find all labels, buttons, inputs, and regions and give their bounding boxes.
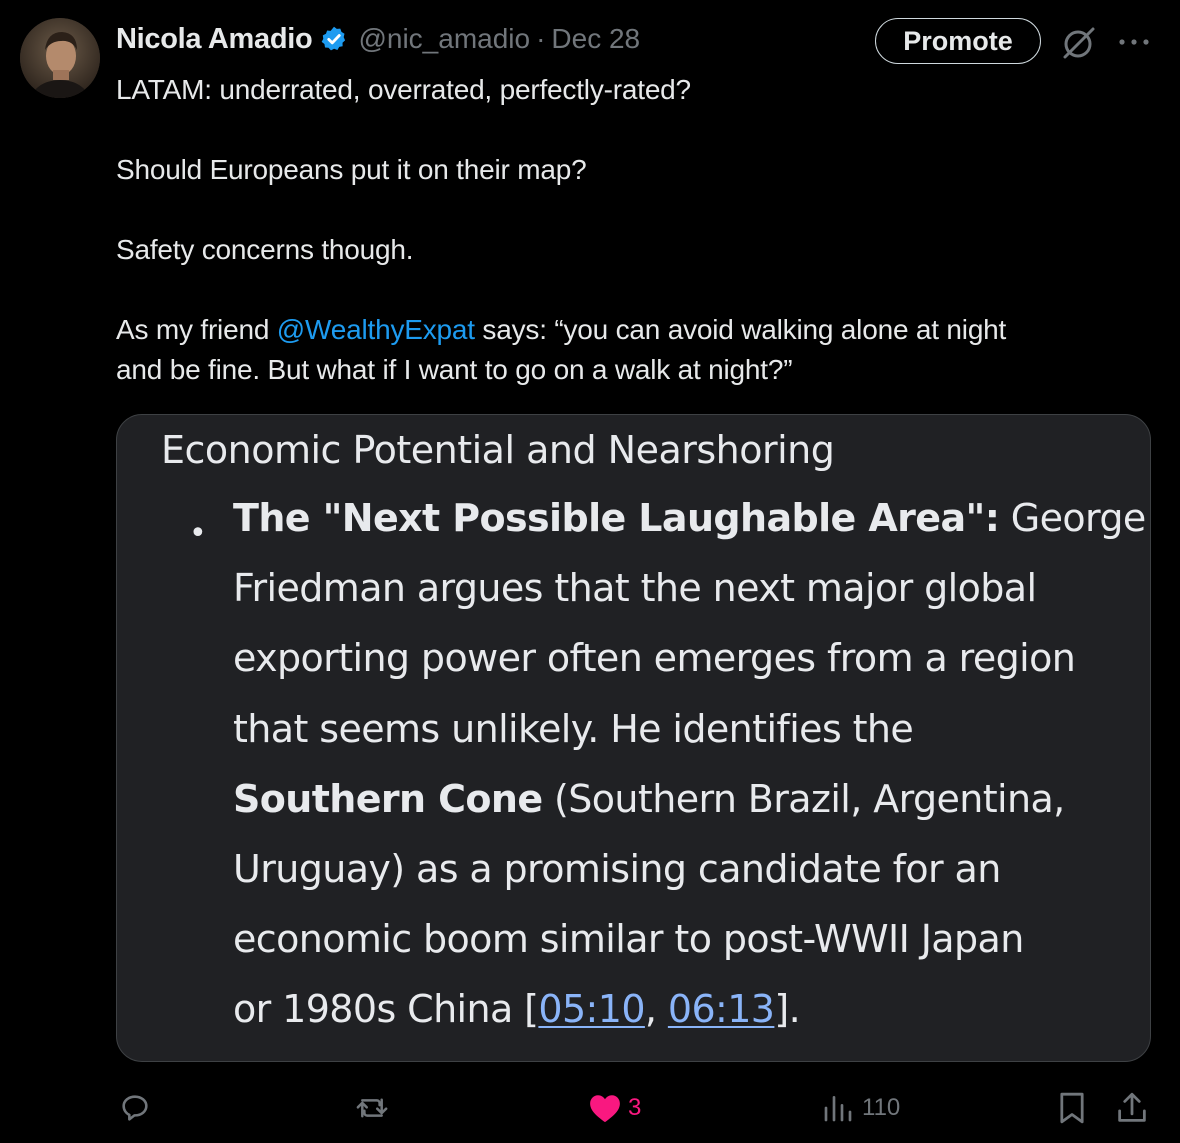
tweet-line: Should Europeans put it on their map? xyxy=(116,154,587,185)
share-icon xyxy=(1116,1090,1148,1126)
bookmark-icon xyxy=(1056,1090,1088,1126)
bookmark-button[interactable] xyxy=(1056,1086,1088,1130)
card-bold-term: Southern Cone xyxy=(233,776,543,821)
tweet-line: Safety concerns though. xyxy=(116,234,414,265)
card-text-fragment: George xyxy=(999,496,1147,540)
like-count: 3 xyxy=(628,1094,642,1121)
tweet-text-fragment: As my friend xyxy=(116,314,277,345)
heart-icon xyxy=(588,1092,622,1124)
user-handle[interactable]: @nic_amadio xyxy=(358,23,530,55)
action-bar: 3 110 xyxy=(0,1086,1180,1130)
reply-icon xyxy=(118,1091,152,1125)
card-line: or 1980s China [05:10, 06:13]. xyxy=(233,974,1133,1044)
tweet-line: and be fine. But what if I want to go on… xyxy=(116,354,793,385)
views-icon xyxy=(822,1092,854,1124)
tweet-line: LATAM: underrated, overrated, perfectly-… xyxy=(116,74,691,105)
tweet-line: As my friend @WealthyExpat says: “you ca… xyxy=(116,310,1136,350)
promote-button[interactable]: Promote xyxy=(875,18,1041,64)
views-button[interactable]: 110 xyxy=(822,1086,900,1130)
separator-dot: · xyxy=(536,23,546,54)
grok-icon[interactable] xyxy=(1060,24,1098,62)
card-line: Uruguay) as a promising candidate for an xyxy=(233,847,1001,892)
avatar-photo xyxy=(20,18,100,98)
card-body-text: The "Next Possible Laughable Area": Geor… xyxy=(233,483,1146,1045)
card-text-fragment: , xyxy=(644,987,668,1032)
verified-badge-icon[interactable] xyxy=(320,25,348,53)
tweet-text-fragment: says: “you can avoid walking alone at ni… xyxy=(474,314,1007,345)
card-line: economic boom similar to post-WWII Japan xyxy=(233,917,1024,962)
card-text-fragment: (Southern Brazil, Argentina, xyxy=(542,776,1065,821)
card-line: The "Next Possible Laughable Area": Geor… xyxy=(233,483,1146,553)
avatar[interactable] xyxy=(20,18,100,98)
card-text-fragment: or 1980s China [ xyxy=(233,987,539,1032)
tweet-text: LATAM: underrated, overrated, perfectly-… xyxy=(116,70,1136,390)
card-line: that seems unlikely. He identifies the xyxy=(233,706,914,751)
attached-image[interactable]: Economic Potential and Nearshoring • The… xyxy=(116,414,1151,1062)
tweet-header: Nicola Amadio @nic_amadio · Dec 28 xyxy=(116,18,640,60)
citation-link: 05:10 xyxy=(538,987,645,1032)
card-heading: Economic Potential and Nearshoring xyxy=(161,428,835,472)
mention-link[interactable]: @WealthyExpat xyxy=(277,314,475,345)
more-icon[interactable] xyxy=(1114,26,1154,58)
repost-icon xyxy=(354,1091,390,1125)
card-bold-term: The "Next Possible Laughable Area": xyxy=(233,496,1000,540)
card-line: exporting power often emerges from a reg… xyxy=(233,636,1076,681)
repost-button[interactable] xyxy=(354,1086,390,1130)
bullet-marker: • xyxy=(189,516,207,551)
card-text-fragment: ]. xyxy=(774,987,801,1032)
views-count: 110 xyxy=(862,1094,901,1121)
card-line: Southern Cone (Southern Brazil, Argentin… xyxy=(233,764,1133,834)
card-line: Friedman argues that the next major glob… xyxy=(233,566,1037,611)
like-button[interactable]: 3 xyxy=(588,1086,641,1130)
citation-link: 06:13 xyxy=(667,987,775,1032)
display-name[interactable]: Nicola Amadio xyxy=(116,23,313,56)
tweet-date[interactable]: Dec 28 xyxy=(551,23,640,55)
reply-button[interactable] xyxy=(118,1086,152,1130)
share-button[interactable] xyxy=(1116,1086,1148,1130)
